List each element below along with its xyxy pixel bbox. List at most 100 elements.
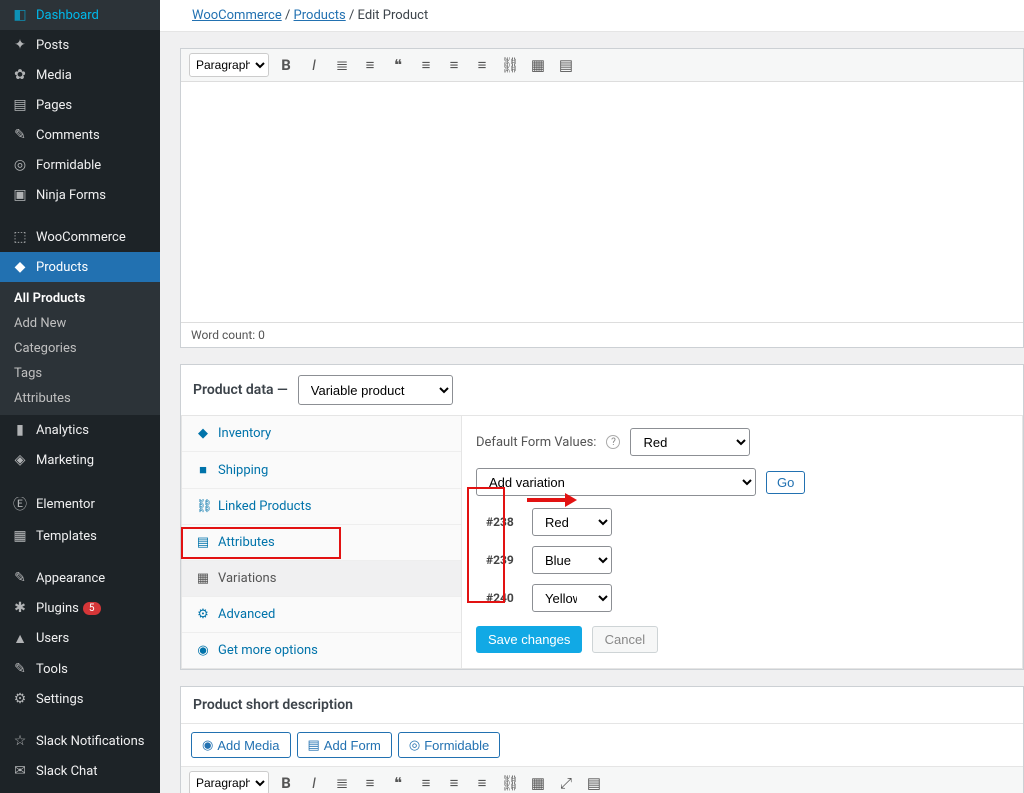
variation-select[interactable]: Yellow (532, 584, 612, 612)
table-icon[interactable]: ▤ (555, 54, 577, 76)
breadcrumb-current: Edit Product (358, 8, 429, 23)
sidebar-comments[interactable]: ✎Comments (0, 120, 160, 150)
align-left-icon[interactable]: ≡ (415, 54, 437, 76)
formidable-button[interactable]: ◎Formidable (398, 732, 500, 758)
sd-table-icon[interactable]: ▤ (583, 772, 605, 793)
align-right-icon[interactable]: ≡ (471, 54, 493, 76)
appearance-icon: ✎ (10, 570, 30, 586)
sidebar-users[interactable]: ▲Users (0, 623, 160, 654)
bold-icon[interactable]: B (275, 54, 297, 76)
sd-format-select[interactable]: Paragraph (189, 771, 269, 793)
variation-select[interactable]: Red (532, 508, 612, 536)
sidebar-tools[interactable]: ✎Tools (0, 654, 160, 684)
marketing-icon: ◈ (10, 452, 30, 468)
sidebar-templates[interactable]: ▦Templates (0, 521, 160, 551)
sidebar-elementor[interactable]: ⒺElementor (0, 487, 160, 521)
default-form-select[interactable]: Red (630, 428, 750, 456)
submenu-categories[interactable]: Categories (0, 336, 160, 361)
sd-align-right-icon[interactable]: ≡ (471, 772, 493, 793)
sidebar-settings[interactable]: ⚙Settings (0, 684, 160, 714)
submenu-tags[interactable]: Tags (0, 361, 160, 386)
shipping-icon: ■ (196, 462, 210, 478)
formidable-btn-icon: ◎ (409, 737, 420, 753)
add-form-button[interactable]: ▤Add Form (297, 732, 392, 758)
sd-italic-icon[interactable]: I (303, 772, 325, 793)
tab-get-more[interactable]: ◉Get more options (182, 633, 461, 668)
sidebar-posts[interactable]: ✦Posts (0, 30, 160, 60)
sidebar-appearance[interactable]: ✎Appearance (0, 563, 160, 593)
link-icon: ⛓ (196, 499, 210, 514)
insert-icon[interactable]: ▦ (527, 54, 549, 76)
add-variation-select[interactable]: Add variation (476, 468, 756, 496)
tab-attribs[interactable]: ▤Attributes (182, 525, 461, 561)
ul-icon[interactable]: ≣ (331, 54, 353, 76)
products-icon: ◆ (10, 259, 30, 275)
cancel-button[interactable]: Cancel (592, 626, 658, 653)
sd-align-left-icon[interactable]: ≡ (415, 772, 437, 793)
form-icon: ▤ (308, 737, 320, 753)
submenu-add-new[interactable]: Add New (0, 311, 160, 336)
variation-select[interactable]: Blue (532, 546, 612, 574)
add-media-button[interactable]: ◉Add Media (191, 732, 291, 758)
italic-icon[interactable]: I (303, 54, 325, 76)
tab-linked-products[interactable]: ⛓Linked Products (182, 489, 461, 525)
form-icon: ▣ (10, 187, 30, 203)
default-form-label: Default Form Values: (476, 435, 596, 450)
breadcrumb-products[interactable]: Products (294, 8, 346, 23)
tab-advanced[interactable]: ⚙Advanced (182, 597, 461, 633)
ol-icon[interactable]: ≡ (359, 54, 381, 76)
sidebar-pages[interactable]: ▤Pages (0, 90, 160, 120)
variation-row-239[interactable]: #239 Blue (486, 546, 1008, 574)
sidebar-formidable[interactable]: ◎Formidable (0, 150, 160, 180)
plugins-badge: 5 (83, 602, 101, 615)
woo-icon: ⬚ (10, 229, 30, 245)
sidebar-plugins[interactable]: ✱Plugins5 (0, 593, 160, 623)
sd-ol-icon[interactable]: ≡ (359, 772, 381, 793)
camera-icon: ◉ (202, 737, 213, 753)
sd-insert-icon[interactable]: ▦ (527, 772, 549, 793)
sidebar-slack-chat[interactable]: ✉Slack Chat (0, 756, 160, 786)
variation-id: #239 (486, 553, 522, 567)
tab-variations[interactable]: ▦Variations (182, 561, 461, 597)
short-description-panel: Product short description ◉Add Media ▤Ad… (180, 686, 1024, 793)
align-center-icon[interactable]: ≡ (443, 54, 465, 76)
variation-row-240[interactable]: #240 Yellow (486, 584, 1008, 612)
help-icon[interactable]: ? (606, 435, 620, 449)
variation-row-238[interactable]: #238 Red (486, 508, 1008, 536)
go-button[interactable]: Go (766, 471, 805, 494)
quote-icon[interactable]: ❝ (387, 54, 409, 76)
tab-inventory[interactable]: ◆Inventory (182, 416, 461, 452)
sd-align-center-icon[interactable]: ≡ (443, 772, 465, 793)
sd-quote-icon[interactable]: ❝ (387, 772, 409, 793)
sidebar-ninjaforms[interactable]: ▣Ninja Forms (0, 180, 160, 210)
variations-content: Default Form Values: ? Red Add variation… (462, 416, 1022, 668)
save-changes-button[interactable]: Save changes (476, 626, 582, 653)
comments-icon: ✎ (10, 127, 30, 143)
analytics-icon: ▮ (10, 422, 30, 438)
sidebar-dashboard[interactable]: ◧Dashboard (0, 0, 160, 30)
sidebar-media[interactable]: ✿Media (0, 60, 160, 90)
sd-fullscreen-icon[interactable]: ⤢ (555, 772, 577, 793)
sidebar-collapse[interactable]: ◀Collapse menu (0, 786, 160, 793)
sd-bold-icon[interactable]: B (275, 772, 297, 793)
sd-ul-icon[interactable]: ≣ (331, 772, 353, 793)
link-icon[interactable]: ⛓ (499, 54, 521, 76)
product-data-label: Product data — (193, 382, 288, 398)
breadcrumb-woocommerce[interactable]: WooCommerce (192, 8, 282, 23)
product-type-select[interactable]: Variable product (298, 375, 453, 405)
product-data-panel: Product data — Variable product ◆Invento… (180, 364, 1024, 670)
sd-link-icon[interactable]: ⛓ (499, 772, 521, 793)
editor-body[interactable] (181, 82, 1023, 322)
format-select[interactable]: Paragraph (189, 53, 269, 77)
sidebar-analytics[interactable]: ▮Analytics (0, 415, 160, 445)
short-desc-toolbar: Paragraph B I ≣ ≡ ❝ ≡ ≡ ≡ ⛓ ▦ ⤢ ▤ (181, 767, 1023, 793)
submenu-all-products[interactable]: All Products (0, 286, 160, 311)
sidebar-marketing[interactable]: ◈Marketing (0, 445, 160, 475)
sidebar-woocommerce[interactable]: ⬚WooCommerce (0, 222, 160, 252)
tab-shipping[interactable]: ■Shipping (182, 452, 461, 489)
slack-icon: ☆ (10, 733, 30, 749)
sidebar-slack-notifications[interactable]: ☆Slack Notifications (0, 726, 160, 756)
sidebar-products[interactable]: ◆Products (0, 252, 160, 282)
attributes-icon: ▤ (196, 535, 210, 550)
submenu-attributes[interactable]: Attributes (0, 386, 160, 411)
